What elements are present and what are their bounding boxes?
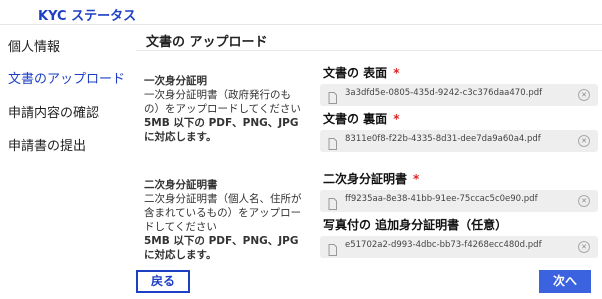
- back-label: 文書の 裏面: [323, 112, 388, 126]
- remove-file-icon[interactable]: ✕: [578, 241, 590, 253]
- secondary-file-name: ff9235aa-8e38-41bb-91ee-75ccac5c0e90.pdf: [345, 194, 538, 204]
- secondary-label-row: 二次身分証明書 *: [323, 170, 419, 187]
- required-mark: *: [413, 172, 420, 186]
- front-file-name: 3a3dfd5e-0805-435d-9242-c3c376daa470.pdf: [345, 88, 543, 98]
- sidebar-item-document-upload[interactable]: 文書のアップロード: [8, 68, 125, 87]
- app-title: KYC ステータス: [38, 9, 137, 24]
- extra-doc-label: 写真付の 追加身分証明書（任意）: [323, 218, 508, 232]
- remove-file-icon[interactable]: ✕: [578, 195, 590, 207]
- back-label-row: 文書の 裏面 *: [323, 110, 399, 127]
- file-icon: [328, 135, 337, 150]
- secondary-doc-label: 二次身分証明書: [323, 172, 408, 186]
- sidebar-item-submit-application[interactable]: 申請書の提出: [8, 135, 86, 154]
- secondary-file-field[interactable]: ff9235aa-8e38-41bb-91ee-75ccac5c0e90.pdf…: [320, 190, 598, 212]
- primary-id-formats: 5MB 以下の PDF、PNG、JPG に対応します。: [144, 117, 299, 143]
- back-file-name: 8311e0f8-f22b-4335-8d31-dee7da9a60a4.pdf: [345, 134, 541, 144]
- extra-file-name: e51702a2-d993-4dbc-bb73-f4268ecc480d.pdf: [345, 240, 542, 250]
- file-icon: [328, 195, 337, 210]
- front-label-row: 文書の 表面 *: [323, 64, 399, 81]
- remove-file-icon[interactable]: ✕: [578, 89, 590, 101]
- primary-id-description: 一次身分証明 一次身分証明書（政府発行のもの）をアップロードしてください 5MB…: [144, 74, 304, 144]
- front-label: 文書の 表面: [323, 66, 388, 80]
- sidebar-item-review-application[interactable]: 申請内容の確認: [8, 102, 99, 121]
- secondary-id-description: 二次身分証明書 二次身分証明書（個人名、住所が含まれているもの）をアップロードし…: [144, 178, 304, 262]
- section-divider: [136, 50, 602, 51]
- required-mark: *: [393, 112, 400, 126]
- page-title: 文書の アップロード: [146, 35, 268, 50]
- file-icon: [328, 89, 337, 104]
- secondary-id-formats: 5MB 以下の PDF、PNG、JPG に対応します。: [144, 235, 299, 261]
- primary-id-text: 一次身分証明書（政府発行のもの）をアップロードしてください: [144, 89, 301, 115]
- secondary-id-text: 二次身分証明書（個人名、住所が含まれているもの）をアップロードしてください: [144, 193, 302, 233]
- primary-id-heading: 一次身分証明: [144, 75, 207, 87]
- extra-label-row: 写真付の 追加身分証明書（任意）: [323, 216, 507, 233]
- front-file-field[interactable]: 3a3dfd5e-0805-435d-9242-c3c376daa470.pdf…: [320, 84, 598, 106]
- remove-file-icon[interactable]: ✕: [578, 135, 590, 147]
- secondary-id-heading: 二次身分証明書: [144, 179, 218, 191]
- extra-file-field[interactable]: e51702a2-d993-4dbc-bb73-f4268ecc480d.pdf…: [320, 236, 598, 258]
- back-button[interactable]: 戻る: [136, 270, 190, 293]
- sidebar: 個人情報 文書のアップロード 申請内容の確認 申請書の提出: [0, 24, 130, 299]
- required-mark: *: [393, 66, 400, 80]
- sidebar-item-personal-info[interactable]: 個人情報: [8, 36, 60, 55]
- file-icon: [328, 241, 337, 256]
- back-file-field[interactable]: 8311e0f8-f22b-4335-8d31-dee7da9a60a4.pdf…: [320, 130, 598, 152]
- next-button[interactable]: 次へ: [539, 270, 591, 293]
